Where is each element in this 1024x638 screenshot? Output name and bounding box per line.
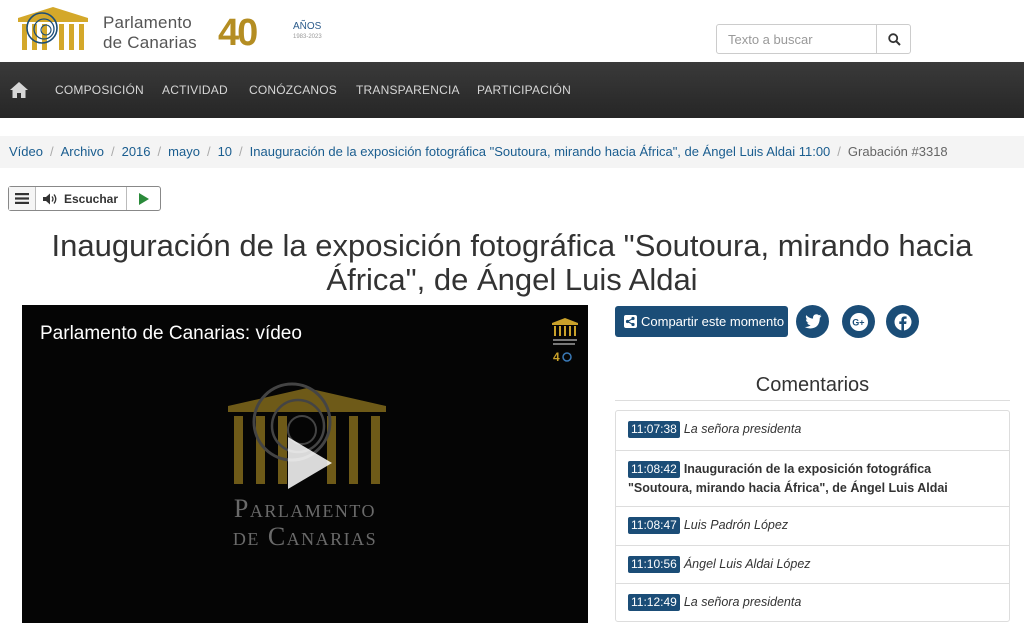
comment-text: La señora presidenta (683, 422, 802, 436)
breadcrumb-separator: / (49, 144, 54, 159)
breadcrumb-separator: / (110, 144, 115, 159)
breadcrumb-month[interactable]: mayo (168, 144, 200, 159)
anniversary-logo: 40 AÑOS 1983-2023 (218, 12, 326, 54)
facebook-button[interactable] (886, 305, 919, 338)
breadcrumb-archivo[interactable]: Archivo (61, 144, 104, 159)
listen-play-button[interactable] (127, 187, 160, 210)
comment-text: Luis Padrón López (683, 518, 789, 532)
comment-timestamp[interactable]: 11:10:56 (628, 556, 680, 573)
nav-item-conozcanos[interactable]: CONÓZCANOS (249, 83, 337, 97)
svg-text:4: 4 (553, 350, 560, 364)
home-icon[interactable] (9, 81, 29, 99)
search-icon (887, 32, 901, 46)
twitter-icon (804, 314, 821, 329)
main-nav: COMPOSICIÓN ACTIVIDAD CONÓZCANOS TRANSPA… (0, 62, 1024, 118)
comment-timestamp[interactable]: 11:07:38 (628, 421, 680, 438)
comment-item[interactable]: 11:10:56 Ángel Luis Aldai López (616, 545, 1009, 583)
comment-text: Ángel Luis Aldai López (683, 557, 811, 571)
comment-timestamp[interactable]: 11:12:49 (628, 594, 680, 611)
search-button[interactable] (876, 25, 911, 53)
breadcrumb-separator: / (206, 144, 211, 159)
share-icon (624, 315, 637, 328)
comment-item[interactable]: 11:07:38 La señora presidenta (616, 411, 1009, 450)
nav-item-actividad[interactable]: ACTIVIDAD (162, 83, 228, 97)
video-watermark-logo: 4 (552, 318, 578, 364)
breadcrumb-video[interactable]: Vídeo (9, 144, 43, 159)
google-plus-button[interactable]: G+ (842, 305, 875, 338)
comment-timestamp[interactable]: 11:08:42 (628, 461, 680, 478)
nav-item-composicion[interactable]: COMPOSICIÓN (55, 83, 144, 97)
twitter-button[interactable] (796, 305, 829, 338)
breadcrumb-current: Grabación #3318 (847, 144, 948, 159)
anniversary-years: 1983-2023 (293, 34, 322, 40)
listen-widget: Escuchar (8, 186, 161, 211)
share-label: Compartir este momento (641, 314, 785, 329)
search-box (716, 24, 911, 54)
play-icon[interactable] (280, 433, 340, 493)
speaker-icon (43, 193, 57, 204)
facebook-icon (894, 313, 911, 331)
play-icon (138, 192, 149, 205)
anniversary-number: 40 (218, 12, 258, 54)
video-brand-line2: de Canarias (232, 522, 378, 551)
breadcrumb-separator: / (157, 144, 162, 159)
listen-button[interactable]: Escuchar (36, 187, 127, 210)
breadcrumb-year[interactable]: 2016 (122, 144, 151, 159)
listen-label: Escuchar (64, 191, 119, 206)
site-name[interactable]: Parlamento de Canarias (103, 13, 197, 53)
comment-timestamp[interactable]: 11:08:47 (628, 517, 680, 534)
comments-title: Comentarios (755, 374, 870, 396)
site-name-line1: Parlamento (103, 13, 192, 32)
video-title: Parlamento de Canarias: vídeo (40, 323, 302, 344)
breadcrumb-day[interactable]: 10 (218, 144, 232, 159)
site-name-line2: de Canarias (103, 33, 197, 52)
svg-text:G+: G+ (852, 317, 864, 327)
video-player[interactable]: Parlamento de Canarias: vídeo 4 Parlamen… (22, 305, 588, 623)
breadcrumb-session[interactable]: Inauguración de la exposición fotográfic… (250, 144, 831, 159)
page-title: Inauguración de la exposición fotográfic… (51, 228, 973, 297)
video-brand-line1: Parlamento (233, 494, 377, 523)
comment-text: La señora presidenta (683, 595, 802, 609)
breadcrumb: Vídeo / Archivo / 2016 / mayo / 10 / Inauguración … (0, 136, 1024, 168)
site-header: Parlamento de Canarias 40 AÑOS 1983-2023 (0, 0, 1024, 62)
menu-icon (15, 193, 29, 204)
breadcrumb-separator: / (239, 144, 243, 159)
video-brand: Parlamento de Canarias (22, 495, 588, 551)
nav-item-transparencia[interactable]: TRANSPARENCIA (356, 83, 460, 97)
breadcrumb-separator: / (837, 144, 841, 159)
comments-list: 11:07:38 La señora presidenta 11:08:42 Ina… (615, 410, 1010, 622)
comments-divider (615, 400, 1010, 401)
search-input[interactable] (717, 25, 877, 53)
comment-item[interactable]: 11:12:49 La señora presidenta (616, 583, 1009, 621)
parliament-logo[interactable] (12, 4, 94, 54)
google-plus-icon: G+ (849, 312, 868, 331)
comment-item[interactable]: 11:08:42 Inauguración de la exposición fo… (616, 450, 1009, 506)
listen-menu-button[interactable] (9, 187, 36, 210)
comment-item[interactable]: 11:08:47 Luis Padrón López (616, 506, 1009, 545)
anniversary-label: AÑOS (293, 21, 322, 32)
share-moment-button[interactable]: Compartir este momento (615, 306, 788, 337)
nav-item-participacion[interactable]: PARTICIPACIÓN (477, 83, 571, 97)
